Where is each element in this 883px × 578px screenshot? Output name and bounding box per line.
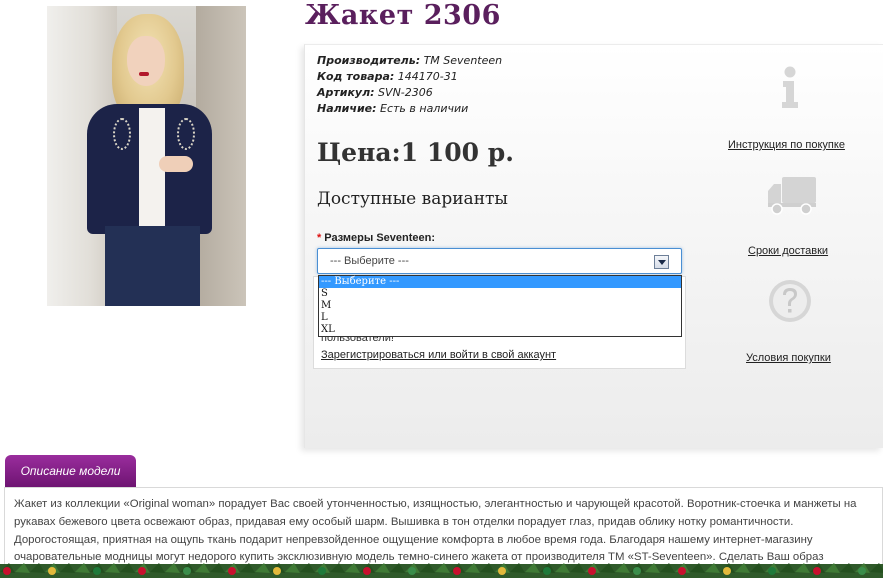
garland-bauble [228, 567, 236, 575]
product-photo[interactable] [47, 6, 246, 306]
size-options-list: --- Выберите --- S M L XL [318, 275, 682, 337]
size-label: * Размеры Seventeen: [317, 232, 435, 244]
register-login-link[interactable]: Зарегистрироваться или войти в свой акка… [321, 349, 556, 361]
required-mark: * [317, 232, 322, 244]
purchase-instruction-link[interactable]: Инструкция по покупке [728, 139, 845, 151]
purchase-terms-link[interactable]: Условия покупки [746, 352, 831, 364]
size-option[interactable]: XL [319, 324, 681, 336]
spec-manufacturer: Производитель: TM Seventeen [317, 53, 502, 69]
garland-bauble [183, 567, 191, 575]
tab-description[interactable]: Описание модели [5, 455, 136, 487]
garland-bauble [858, 567, 866, 575]
spec-label: Наличие: [317, 102, 377, 115]
photo-hand [159, 156, 193, 172]
photo-model-lips [139, 72, 149, 76]
garland-bauble [633, 567, 641, 575]
garland-bauble [363, 567, 371, 575]
garland-bauble [138, 567, 146, 575]
question-icon[interactable] [768, 279, 812, 323]
spec-label: Артикул: [317, 86, 375, 99]
spec-value: 144170-31 [394, 70, 458, 83]
garland-bauble [678, 567, 686, 575]
photo-model-face [127, 36, 165, 86]
size-option[interactable]: S [319, 288, 681, 300]
spec-value: TM Seventeen [420, 54, 503, 67]
photo-embroidery-left [113, 118, 131, 150]
garland-bauble [813, 567, 821, 575]
product-price: Цена:1 100 р. [317, 138, 514, 167]
garland-bauble [723, 567, 731, 575]
garland-bauble [93, 567, 101, 575]
garland-bauble [3, 567, 11, 575]
description-text: Жакет из коллекции «Original woman» пора… [14, 498, 857, 564]
garland-bauble [588, 567, 596, 575]
info-icon[interactable] [775, 66, 805, 110]
garland-bauble [273, 567, 281, 575]
spec-value: Есть в наличии [376, 102, 469, 115]
garland-bauble [768, 567, 776, 575]
garland-bauble [408, 567, 416, 575]
garland-bauble [543, 567, 551, 575]
spec-article: Артикул: SVN-2306 [317, 85, 502, 101]
spec-availability: Наличие: Есть в наличии [317, 101, 502, 117]
size-select[interactable]: --- Выберите --- [317, 248, 682, 274]
photo-embroidery-right [177, 118, 195, 150]
size-option[interactable]: L [319, 312, 681, 324]
size-select-value: --- Выберите --- [330, 255, 409, 267]
delivery-terms-link[interactable]: Сроки доставки [748, 245, 828, 257]
spec-label: Код товара: [317, 70, 395, 83]
spec-value: SVN-2306 [374, 86, 433, 99]
garland-bauble [48, 567, 56, 575]
chevron-down-icon[interactable] [654, 255, 669, 269]
product-title: Жакет 2306 [305, 0, 501, 31]
garland-bauble [453, 567, 461, 575]
garland-bauble [498, 567, 506, 575]
spec-label: Производитель: [317, 54, 421, 67]
variants-heading: Доступные варианты [317, 189, 508, 209]
garland-decoration [0, 563, 883, 578]
photo-skirt [105, 226, 200, 306]
size-option[interactable]: M [319, 300, 681, 312]
product-specs: Производитель: TM Seventeen Код товара: … [317, 53, 502, 117]
product-page: Жакет 2306 Производитель: TM Seventeen К… [0, 0, 883, 578]
garland-bauble [318, 567, 326, 575]
size-label-text: Размеры Seventeen: [324, 232, 436, 244]
spec-product-code: Код товара: 144170-31 [317, 69, 502, 85]
size-option[interactable]: --- Выберите --- [319, 276, 681, 288]
truck-icon[interactable] [766, 175, 818, 217]
